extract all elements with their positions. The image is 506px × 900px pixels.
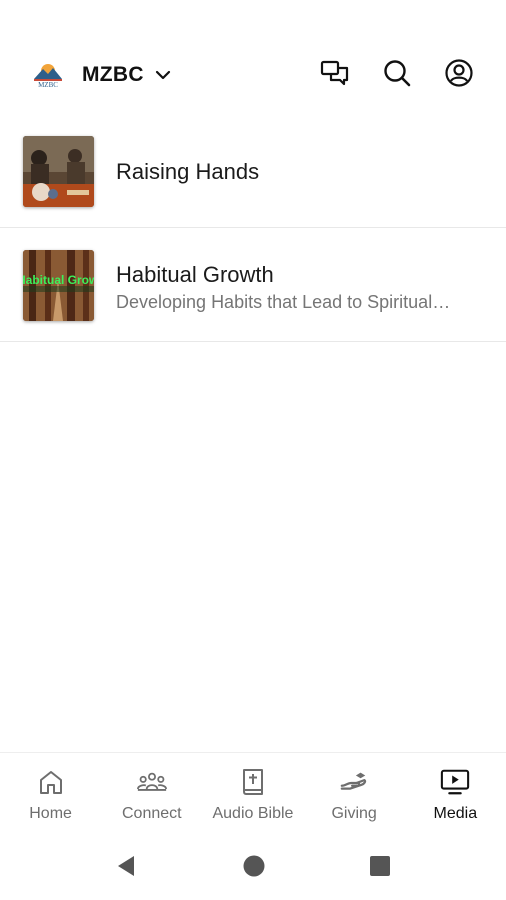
list-item[interactable]: Raising Hands [0, 114, 506, 228]
tab-label: Audio Bible [212, 805, 294, 822]
logo-icon: MZBC [30, 60, 66, 90]
media-title: Raising Hands [116, 159, 260, 184]
recents-square-icon[interactable] [366, 852, 394, 880]
account-button[interactable] [442, 56, 476, 90]
tab-giving[interactable]: Giving [304, 753, 405, 833]
org-switcher[interactable]: MZBC MZBC [30, 58, 172, 92]
tab-label: Giving [331, 805, 377, 822]
chat-icon [320, 60, 349, 86]
bottom-tab-bar: Home Connect Audio Bible Giving Media [0, 752, 506, 832]
thumbnail-text: Habitual Grow [23, 273, 94, 287]
giving-hand-icon [339, 767, 369, 797]
tab-home[interactable]: Home [0, 753, 101, 833]
tab-audio-bible[interactable]: Audio Bible [202, 753, 303, 833]
search-button[interactable] [380, 56, 414, 90]
tab-label: Home [29, 805, 72, 822]
media-subtitle: Developing Habits that Lead to Spiritual… [116, 292, 451, 312]
media-title: Habitual Growth [116, 262, 274, 287]
raising-hands-thumbnail [23, 136, 94, 207]
account-icon [445, 59, 473, 87]
tab-label: Media [433, 805, 478, 822]
app-header: MZBC MZBC [0, 40, 506, 108]
home-icon [36, 767, 66, 797]
tab-media[interactable]: Media [405, 753, 506, 833]
chevron-down-icon [155, 70, 170, 80]
system-navigation-bar [0, 832, 506, 900]
search-icon [384, 60, 411, 87]
media-list: Raising Hands Habitual Grow Habitual Gro… [0, 114, 506, 342]
back-icon[interactable] [112, 852, 140, 880]
people-icon [136, 767, 167, 797]
org-name: MZBC [82, 63, 144, 86]
tab-label: Connect [121, 805, 182, 822]
tv-play-icon [440, 767, 470, 797]
tab-connect[interactable]: Connect [101, 753, 202, 833]
logo-text: MZBC [38, 81, 58, 89]
list-item[interactable]: Habitual Grow Habitual Growth Developing… [0, 228, 506, 342]
home-circle-icon[interactable] [240, 852, 268, 880]
chat-button[interactable] [318, 56, 352, 90]
bible-icon [238, 767, 268, 797]
habitual-growth-thumbnail: Habitual Grow [23, 250, 94, 321]
